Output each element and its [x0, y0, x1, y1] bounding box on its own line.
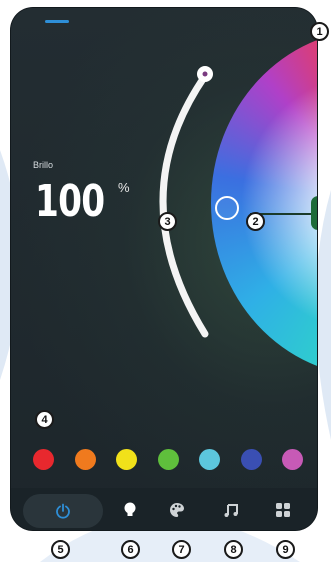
grid-button[interactable]	[273, 500, 293, 520]
color-swatches	[33, 448, 303, 470]
callout-9: 9	[276, 540, 295, 559]
bulb-icon	[124, 502, 136, 516]
swatch-cyan[interactable]	[199, 448, 220, 470]
swatch-blue[interactable]	[240, 448, 262, 470]
brightness-label: Brillo	[33, 160, 54, 170]
swatch-magenta[interactable]	[282, 448, 303, 470]
callout-2: 2	[246, 212, 265, 231]
bulb-button[interactable]	[120, 500, 140, 520]
callout-8: 8	[224, 540, 243, 559]
brightness-value: 100	[35, 176, 105, 227]
power-button[interactable]	[23, 494, 103, 528]
brightness-unit: %	[118, 180, 130, 195]
swatch-yellow[interactable]	[116, 448, 137, 470]
palette-icon	[170, 503, 184, 517]
callout-1: 1	[310, 22, 329, 41]
swatch-orange[interactable]	[74, 448, 96, 470]
palette-button[interactable]	[167, 500, 187, 520]
phone-screen: Brillo 100 %	[11, 8, 317, 530]
swatch-green[interactable]	[157, 448, 179, 470]
callout-7: 7	[172, 540, 191, 559]
callout-4: 4	[35, 410, 54, 429]
callout-6: 6	[121, 540, 140, 559]
power-icon	[56, 503, 70, 519]
callout-3: 3	[158, 212, 177, 231]
brightness-arc-track	[159, 72, 209, 338]
grid-icon	[276, 503, 290, 517]
swatch-red[interactable]	[33, 448, 54, 470]
music-icon	[224, 504, 238, 517]
music-button[interactable]	[221, 500, 241, 520]
callout-5: 5	[51, 540, 70, 559]
brightness-arc-handle-dot	[202, 71, 208, 77]
